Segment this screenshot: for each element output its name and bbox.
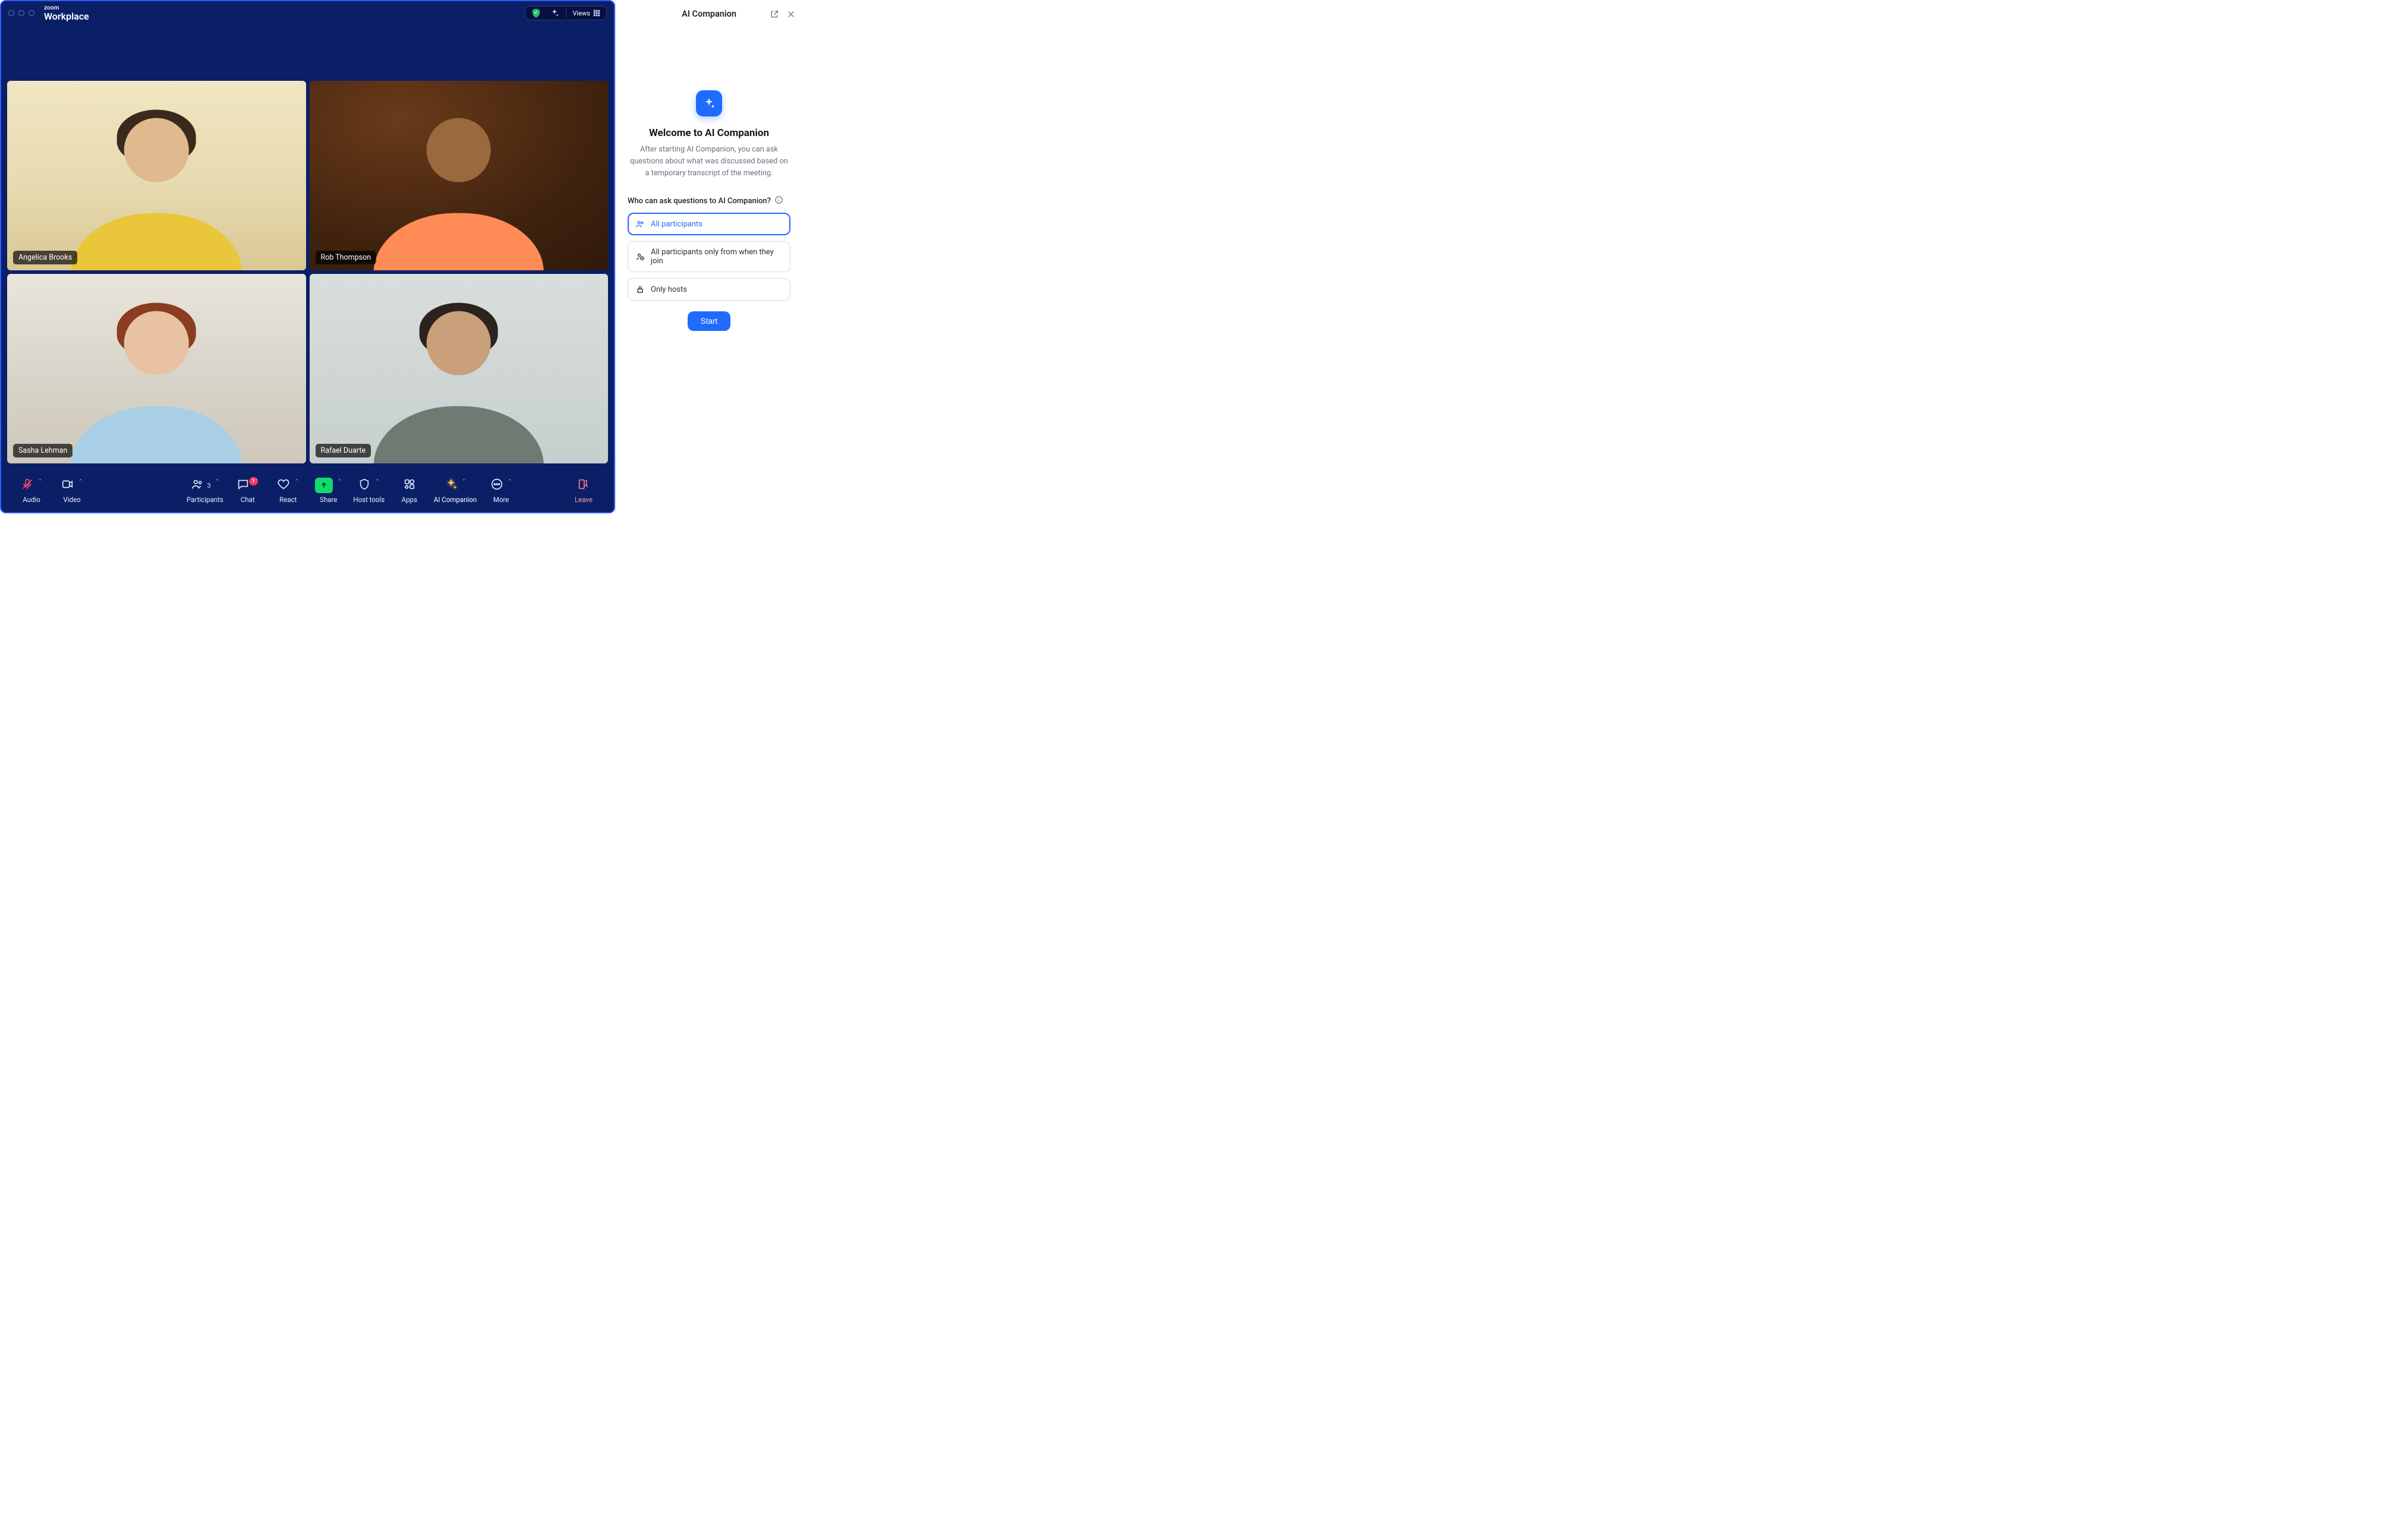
- window-minimize-button[interactable]: [18, 10, 24, 16]
- chevron-up-icon[interactable]: ⌃: [38, 479, 43, 485]
- apps-icon: [403, 478, 416, 493]
- chevron-up-icon[interactable]: ⌃: [254, 479, 259, 485]
- react-button[interactable]: ⌃ React: [269, 475, 308, 506]
- apps-button[interactable]: Apps: [390, 475, 429, 506]
- video-tile[interactable]: Rob Thompson: [310, 81, 609, 270]
- window-controls: [8, 10, 34, 16]
- chevron-up-icon[interactable]: ⌃: [508, 479, 512, 485]
- panel-header: AI Companion: [616, 0, 802, 29]
- share-label: Share: [320, 496, 337, 504]
- views-label: Views: [573, 10, 590, 17]
- participant-name: Angelica Brooks: [13, 251, 77, 264]
- mic-muted-icon: [21, 478, 34, 493]
- participant-name: Rob Thompson: [316, 251, 377, 264]
- more-icon: [490, 478, 503, 493]
- window-close-button[interactable]: [8, 10, 14, 16]
- video-tile[interactable]: Sasha Lehman: [7, 274, 306, 463]
- question-text: Who can ask questions to AI Companion?: [628, 197, 771, 206]
- chat-icon: [237, 478, 250, 493]
- panel-title: AI Companion: [682, 9, 736, 19]
- chevron-up-icon[interactable]: ⌃: [462, 479, 467, 485]
- start-label: Start: [701, 317, 718, 326]
- option-only-hosts[interactable]: Only hosts: [628, 278, 790, 301]
- video-label: Video: [63, 496, 80, 504]
- meeting-toolbar: ⌃ Audio ⌃ Video: [1, 469, 614, 512]
- share-screen-icon: [315, 478, 333, 493]
- more-button[interactable]: ⌃ More: [481, 475, 521, 506]
- ai-companion-panel: AI Companion Welcome to AI Companion Aft…: [615, 0, 802, 513]
- participants-icon: [191, 478, 204, 493]
- encryption-shield-icon[interactable]: [529, 8, 543, 18]
- info-icon[interactable]: [774, 195, 783, 207]
- app-brand: zoom Workplace: [44, 5, 89, 21]
- audio-button[interactable]: ⌃ Audio: [12, 475, 51, 506]
- option-label: All participants: [651, 220, 702, 229]
- leave-button[interactable]: Leave: [564, 475, 603, 506]
- chat-button[interactable]: 1 ⌃ Chat: [228, 475, 267, 506]
- apps-label: Apps: [402, 496, 417, 504]
- participant-name: Sasha Lehman: [13, 444, 73, 457]
- audio-label: Audio: [23, 496, 40, 504]
- ai-badge-icon: [696, 90, 722, 116]
- video-icon: [61, 478, 74, 493]
- grid-icon: [593, 9, 601, 17]
- host-tools-button[interactable]: ⌃ Host tools: [349, 475, 389, 506]
- ai-companion-button[interactable]: ⌃ AI Companion: [430, 475, 480, 506]
- welcome-body: After starting AI Companion, you can ask…: [628, 144, 790, 179]
- person-clock-icon: [635, 252, 645, 261]
- people-icon: [635, 219, 645, 229]
- option-participants-from-join[interactable]: All participants only from when they joi…: [628, 241, 790, 272]
- leave-icon: [577, 478, 590, 493]
- close-button[interactable]: [786, 9, 796, 20]
- views-button[interactable]: Views: [571, 9, 603, 17]
- chevron-up-icon[interactable]: ⌃: [294, 479, 299, 485]
- video-tile[interactable]: Angelica Brooks: [7, 81, 306, 270]
- share-button[interactable]: ⌃ Share: [309, 475, 348, 506]
- sparkle-icon: [445, 478, 458, 493]
- react-label: React: [279, 496, 297, 504]
- brand-bottom: Workplace: [44, 12, 89, 21]
- participant-name: Rafael Duarte: [316, 444, 371, 457]
- chevron-up-icon[interactable]: ⌃: [215, 479, 220, 485]
- permission-options: All participants All participants only f…: [628, 213, 790, 301]
- ai-sparkle-icon[interactable]: [548, 8, 561, 18]
- permission-question: Who can ask questions to AI Companion?: [628, 195, 790, 207]
- window-zoom-button[interactable]: [29, 10, 34, 16]
- brand-top: zoom: [44, 5, 89, 11]
- option-label: All participants only from when they joi…: [651, 248, 783, 266]
- titlebar: zoom Workplace Views: [1, 1, 614, 23]
- heart-icon: [277, 478, 290, 493]
- leave-label: Leave: [575, 496, 593, 504]
- chevron-up-icon[interactable]: ⌃: [375, 479, 380, 485]
- start-button[interactable]: Start: [688, 311, 731, 331]
- meeting-window: zoom Workplace Views: [0, 0, 615, 513]
- chevron-up-icon[interactable]: ⌃: [337, 479, 342, 485]
- participants-count: 3: [207, 482, 211, 490]
- pop-out-button[interactable]: [769, 9, 780, 20]
- video-grid: Angelica Brooks Rob Thompson Sasha Lehma…: [1, 23, 614, 469]
- shield-icon: [358, 478, 371, 493]
- chat-label: Chat: [241, 496, 255, 504]
- video-button[interactable]: ⌃ Video: [52, 475, 92, 506]
- option-label: Only hosts: [651, 285, 687, 294]
- more-label: More: [493, 496, 509, 504]
- video-tile[interactable]: Rafael Duarte: [310, 274, 609, 463]
- chevron-up-icon[interactable]: ⌃: [78, 479, 83, 485]
- welcome-hero: Welcome to AI Companion After starting A…: [628, 90, 790, 179]
- option-all-participants[interactable]: All participants: [628, 213, 790, 235]
- ai-companion-label: AI Companion: [434, 496, 477, 504]
- participants-button[interactable]: 3 ⌃ Participants: [183, 475, 227, 506]
- titlebar-controls: Views: [525, 6, 607, 20]
- host-tools-label: Host tools: [353, 496, 385, 504]
- lock-icon: [635, 285, 645, 294]
- welcome-heading: Welcome to AI Companion: [628, 127, 790, 139]
- participants-label: Participants: [187, 496, 223, 504]
